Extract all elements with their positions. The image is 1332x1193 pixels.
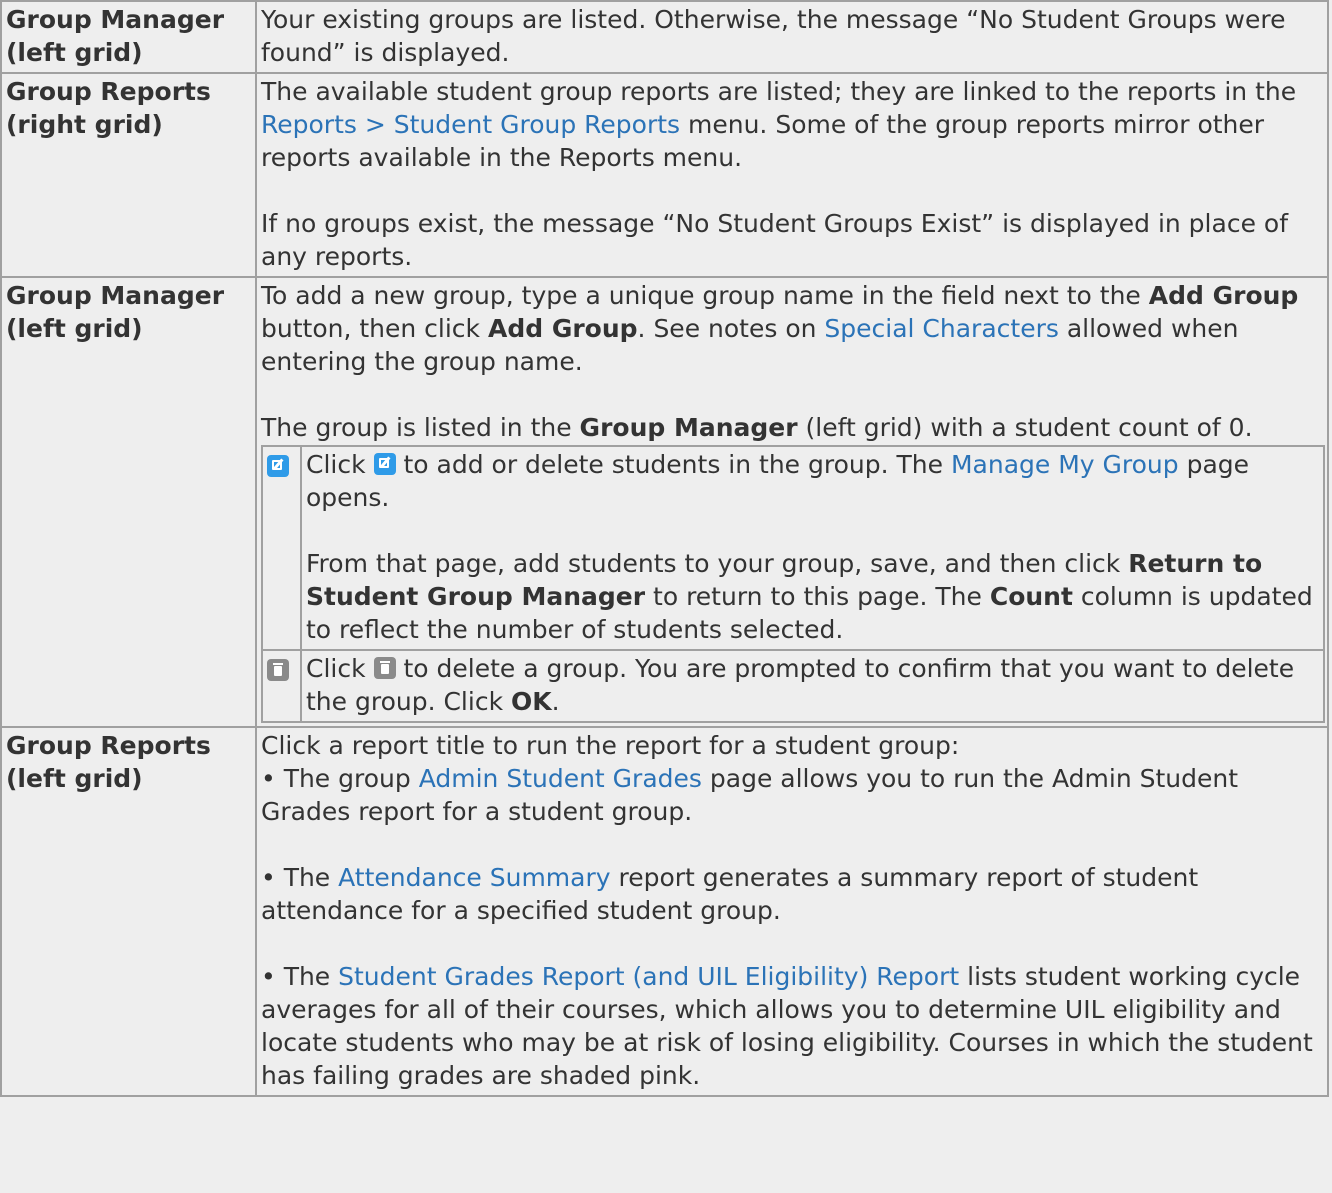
text: to delete a group. You are prompted to c… xyxy=(306,654,1295,716)
bold-text: Group Manager xyxy=(579,413,798,442)
description-paragraph: Click a report title to run the report f… xyxy=(261,731,960,760)
bold-text: OK xyxy=(511,687,552,716)
edit-icon xyxy=(373,453,396,475)
text: (left grid) with a student count of 0. xyxy=(797,413,1253,442)
special-characters-link[interactable]: Special Characters xyxy=(824,314,1058,343)
student-grades-report-link[interactable]: Student Grades Report (and UIL Eligibili… xyxy=(338,962,959,991)
icon-description: Click to delete a group. You are prompte… xyxy=(300,649,1325,723)
description-paragraph: If no groups exist, the message “No Stud… xyxy=(261,209,1288,271)
description-paragraph: The available student group reports are … xyxy=(261,75,1324,174)
help-table: Group Manager (left grid) Your existing … xyxy=(0,0,1329,1097)
row-description: Your existing groups are listed. Otherwi… xyxy=(255,0,1329,74)
description-paragraph: Click to add or delete students in the g… xyxy=(306,448,1320,514)
trash-icon xyxy=(267,659,289,681)
text: The available student group reports are … xyxy=(261,77,1297,106)
attendance-summary-link[interactable]: Attendance Summary xyxy=(338,863,610,892)
row-description: Click a report title to run the report f… xyxy=(255,726,1329,1097)
text: Click xyxy=(306,654,374,683)
list-item: • The Attendance Summary report generate… xyxy=(261,861,1324,927)
description-paragraph: To add a new group, type a unique group … xyxy=(261,279,1325,378)
icon-cell xyxy=(261,445,302,651)
text: • The xyxy=(261,962,339,991)
table-row: Group Reports (left grid) Click a report… xyxy=(0,726,1329,1097)
row-description: To add a new group, type a unique group … xyxy=(255,276,1329,728)
bold-text: Add Group xyxy=(487,314,638,343)
row-label: Group Reports (left grid) xyxy=(0,726,257,1097)
row-label: Group Reports (right grid) xyxy=(0,72,257,278)
reports-student-group-reports-link[interactable]: Reports > Student Group Reports xyxy=(261,110,680,139)
table-row: Group Manager (left grid) Your existing … xyxy=(0,0,1329,74)
admin-student-grades-link[interactable]: Admin Student Grades xyxy=(419,764,702,793)
row-label: Group Manager (left grid) xyxy=(0,276,257,728)
text: • The group xyxy=(261,764,419,793)
icon-table: Click to add or delete students in the g… xyxy=(261,445,1325,723)
description-paragraph: Click to delete a group. You are prompte… xyxy=(306,652,1320,718)
icon-cell xyxy=(261,649,302,723)
row-label: Group Manager (left grid) xyxy=(0,0,257,74)
text: to add or delete students in the group. … xyxy=(395,450,951,479)
description-text: Your existing groups are listed. Otherwi… xyxy=(261,5,1286,67)
text: Click xyxy=(306,450,374,479)
text: From that page, add students to your gro… xyxy=(306,549,1129,578)
table-row: Group Reports (right grid) The available… xyxy=(0,72,1329,278)
text: . See notes on xyxy=(637,314,825,343)
text: button, then click xyxy=(261,314,488,343)
table-row: Click to add or delete students in the g… xyxy=(261,445,1325,651)
list-item: • The Student Grades Report (and UIL Eli… xyxy=(261,960,1324,1092)
list-item: • The group Admin Student Grades page al… xyxy=(261,762,1324,828)
table-row: Click to delete a group. You are prompte… xyxy=(261,649,1325,723)
trash-icon xyxy=(373,657,396,679)
text: . xyxy=(551,687,560,716)
text: • The xyxy=(261,863,339,892)
text: to return to this page. The xyxy=(645,582,990,611)
row-description: The available student group reports are … xyxy=(255,72,1329,278)
table-row: Group Manager (left grid) To add a new g… xyxy=(0,276,1329,728)
icon-description: Click to add or delete students in the g… xyxy=(300,445,1325,651)
edit-icon xyxy=(267,455,289,477)
manage-my-group-link[interactable]: Manage My Group xyxy=(951,450,1179,479)
bold-text: Count xyxy=(989,582,1073,611)
text: The group is listed in the xyxy=(261,413,580,442)
description-paragraph: The group is listed in the Group Manager… xyxy=(261,411,1325,444)
description-paragraph: From that page, add students to your gro… xyxy=(306,547,1320,646)
text: To add a new group, type a unique group … xyxy=(261,281,1149,310)
bold-text: Add Group xyxy=(1148,281,1299,310)
